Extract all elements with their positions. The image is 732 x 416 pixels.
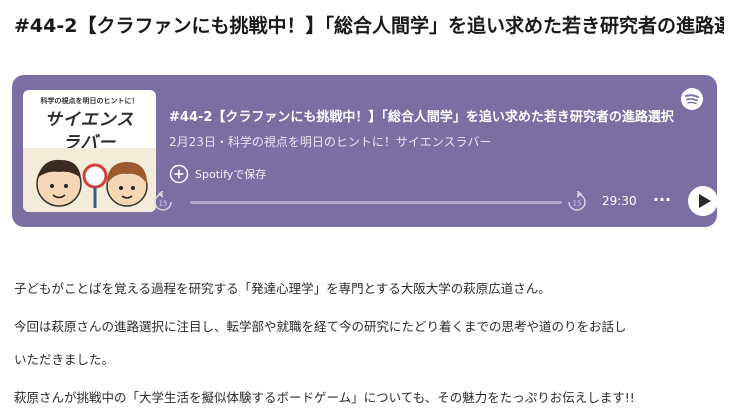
plus-circle-icon xyxy=(169,164,189,184)
playback-controls: 15 15 29:30 ··· xyxy=(152,186,718,218)
cover-logo-line1: サイエンス xyxy=(44,110,135,130)
progress-bar[interactable] xyxy=(190,201,562,204)
episode-duration: 29:30 xyxy=(602,194,637,208)
play-button[interactable] xyxy=(688,186,718,216)
article-paragraph: いただきました。 xyxy=(14,352,115,367)
article-paragraph: 今回は萩原さんの進路選択に注目し、転学部や就職を経て今の研究にたどり着くまでの思… xyxy=(14,319,627,334)
page-title: #44-2【クラファンにも挑戦中！】「総合人間学」を追い求めた若き研究者の進路選… xyxy=(14,15,724,37)
skip-back-15-icon[interactable]: 15 xyxy=(152,191,174,213)
svg-text:15: 15 xyxy=(573,200,582,208)
spotify-embed-player: 科学の視点を明日のヒントに！ サイエンス ラバー #44-2【クラファンにも挑戦… xyxy=(12,75,718,227)
episode-title[interactable]: #44-2【クラファンにも挑戦中！】「総合人間学」を追い求めた若き研究者の進路選… xyxy=(169,106,699,125)
svg-text:15: 15 xyxy=(159,200,168,208)
save-label: Spotifyで保存 xyxy=(195,168,267,181)
article-paragraph: 子どもがことばを覚える過程を研究する「発達心理学」を専門とする大阪大学の萩原広道… xyxy=(14,281,551,296)
play-icon xyxy=(699,194,711,208)
podcast-cover-art[interactable]: 科学の視点を明日のヒントに！ サイエンス ラバー xyxy=(23,90,156,212)
more-icon[interactable]: ··· xyxy=(652,191,672,211)
cover-illustration xyxy=(23,148,156,212)
skip-forward-15-icon[interactable]: 15 xyxy=(566,191,588,213)
save-on-spotify-button[interactable]: Spotifyで保存 xyxy=(169,164,266,184)
article-paragraph: 萩原さんが挑戦中の「大学生活を擬似体験するボードゲーム」についても、その魅力をた… xyxy=(14,390,635,405)
episode-meta[interactable]: 2月23日・科学の視点を明日のヒントに！サイエンスラバー xyxy=(169,133,669,150)
